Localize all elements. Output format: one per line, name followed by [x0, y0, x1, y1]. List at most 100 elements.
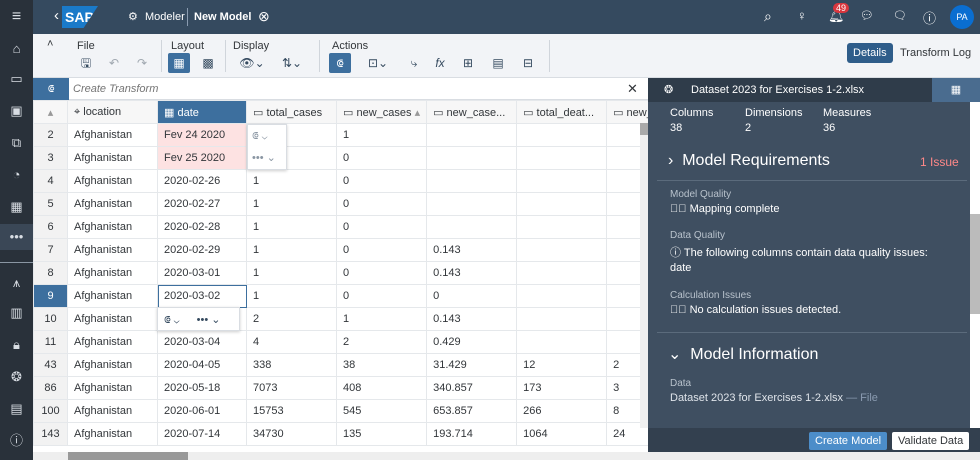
- table-cell[interactable]: 0: [335, 284, 428, 308]
- data-quality-columns[interactable]: date: [670, 262, 691, 274]
- table-cell[interactable]: [516, 192, 608, 216]
- formula-icon[interactable]: fx: [429, 53, 451, 73]
- home-icon[interactable]: ⌂: [0, 36, 33, 62]
- table-cell[interactable]: 1: [246, 238, 337, 262]
- table-cell[interactable]: 2020-03-04: [157, 330, 247, 354]
- table-cell[interactable]: [426, 192, 518, 216]
- details-button[interactable]: Details: [847, 43, 893, 63]
- grid-view-icon[interactable]: ▦: [168, 53, 190, 73]
- table-cell[interactable]: 31.429: [426, 353, 518, 377]
- table-cell[interactable]: 7073: [246, 376, 337, 400]
- save-icon[interactable]: 🖫︎: [75, 53, 97, 73]
- table-cell[interactable]: [426, 215, 518, 239]
- close-icon[interactable]: ⊗: [258, 8, 270, 25]
- row-number[interactable]: 10: [33, 307, 68, 331]
- transform-dropdown[interactable]: ⟃ ⌄: [248, 125, 286, 148]
- row-number[interactable]: 11: [33, 330, 68, 354]
- issue-count[interactable]: 1 Issue: [920, 155, 959, 169]
- table-cell[interactable]: 0.143: [426, 261, 518, 285]
- back-icon[interactable]: ‹: [54, 7, 59, 24]
- table-cell[interactable]: [516, 169, 608, 193]
- table-row[interactable]: 5 Afghanistan 2020-02-27 1 0: [33, 192, 660, 216]
- table-row[interactable]: 100 Afghanistan 2020-06-01 15753 545 653.857 2…: [33, 399, 660, 423]
- horizontal-scrollbar[interactable]: [33, 452, 980, 460]
- row-number[interactable]: 7: [33, 238, 68, 262]
- split-icon[interactable]: ⊟: [517, 53, 539, 73]
- create-model-button[interactable]: Create Model: [809, 432, 888, 450]
- table-cell[interactable]: 545: [335, 399, 428, 423]
- table-row[interactable]: 143 Afghanistan 2020-07-14 34730 135 193.714 1…: [33, 422, 660, 446]
- transform-log-button[interactable]: Transform Log: [900, 47, 971, 59]
- column-settings-icon[interactable]: ▤: [487, 53, 509, 73]
- column-header-date[interactable]: ▦ date: [157, 100, 247, 124]
- table-cell[interactable]: Afghanistan: [67, 376, 158, 400]
- table-cell[interactable]: [516, 238, 608, 262]
- row-number[interactable]: 3: [33, 146, 68, 170]
- table-cell[interactable]: 2020-03-01: [157, 261, 247, 285]
- table-cell[interactable]: 38: [335, 353, 428, 377]
- table-cell[interactable]: 135: [335, 422, 428, 446]
- column-header-new-cases-smoothed[interactable]: ▭ new_case...: [426, 100, 518, 124]
- transform-icon[interactable]: ⟃: [329, 53, 351, 73]
- table-cell[interactable]: Afghanistan: [67, 330, 158, 354]
- row-number[interactable]: 9: [33, 284, 68, 308]
- column-header-total-cases[interactable]: ▭ total_cases: [246, 100, 337, 124]
- table-cell[interactable]: [516, 123, 608, 147]
- chat-icon[interactable]: 💬︎: [860, 9, 874, 22]
- table-cell[interactable]: Afghanistan: [67, 146, 158, 170]
- table-cell[interactable]: [516, 146, 608, 170]
- table-row[interactable]: 43 Afghanistan 2020-04-05 338 38 31.429 12 2: [33, 353, 660, 377]
- catalog-icon[interactable]: ▤: [0, 396, 33, 422]
- table-cell[interactable]: 408: [335, 376, 428, 400]
- more-dropdown[interactable]: ••• ⌄: [197, 314, 221, 326]
- column-header-total-deaths[interactable]: ▭ total_deat...: [516, 100, 608, 124]
- table-cell[interactable]: [426, 169, 518, 193]
- digital-boardroom-icon[interactable]: ◔: [0, 162, 33, 188]
- table-cell[interactable]: [426, 146, 518, 170]
- table-cell[interactable]: 2020-03-02: [157, 284, 247, 308]
- hierarchy-icon[interactable]: ⤷: [403, 53, 425, 73]
- table-cell[interactable]: 1: [246, 284, 337, 308]
- transform-icon[interactable]: ⟃: [33, 78, 69, 100]
- row-number[interactable]: 6: [33, 215, 68, 239]
- lock-icon[interactable]: 🔒︎: [0, 332, 33, 358]
- cell-actions-popover[interactable]: ⟃ ⌄ ••• ⌄: [157, 307, 240, 331]
- table-cell[interactable]: [426, 123, 518, 147]
- book-icon[interactable]: ▥: [0, 300, 33, 326]
- table-cell[interactable]: 0: [335, 261, 428, 285]
- more-icon[interactable]: •••: [0, 224, 33, 250]
- table-cell[interactable]: 34730: [246, 422, 337, 446]
- model-information-toggle[interactable]: ⌄ Model Information: [668, 344, 818, 364]
- table-cell[interactable]: 4: [246, 330, 337, 354]
- table-row[interactable]: 86 Afghanistan 2020-05-18 7073 408 340.857 173…: [33, 376, 660, 400]
- redo-icon[interactable]: ↷: [131, 53, 153, 73]
- table-row[interactable]: 8 Afghanistan 2020-03-01 1 0 0.143: [33, 261, 660, 285]
- table-row[interactable]: 4 Afghanistan 2020-02-26 1 0: [33, 169, 660, 193]
- table-cell[interactable]: 1: [335, 307, 428, 331]
- table-cell[interactable]: 0.429: [426, 330, 518, 354]
- table-cell[interactable]: Afghanistan: [67, 307, 158, 331]
- feedback-icon[interactable]: 🗨︎: [893, 9, 907, 22]
- folder-icon[interactable]: ▭: [0, 66, 33, 92]
- table-cell[interactable]: 1: [246, 169, 337, 193]
- row-number[interactable]: 43: [33, 353, 68, 377]
- view-dropdown-icon[interactable]: 👁︎⌄: [237, 53, 267, 73]
- sort-dropdown-icon[interactable]: ⇅⌄: [277, 53, 307, 73]
- row-number[interactable]: 4: [33, 169, 68, 193]
- vertical-scrollbar[interactable]: [640, 123, 648, 428]
- table-cell[interactable]: [516, 307, 608, 331]
- table-cell[interactable]: Fev 24 2020: [157, 123, 247, 147]
- avatar[interactable]: PA: [950, 5, 974, 29]
- table-cell[interactable]: 193.714: [426, 422, 518, 446]
- sap-logo[interactable]: SAP: [62, 6, 98, 28]
- row-number[interactable]: 86: [33, 376, 68, 400]
- datasets-icon[interactable]: ▦: [0, 194, 33, 220]
- column-header-location[interactable]: ⌖ location: [67, 100, 158, 124]
- model-requirements-toggle[interactable]: › Model Requirements: [668, 152, 830, 170]
- table-cell[interactable]: 12: [516, 353, 608, 377]
- table-cell[interactable]: 15753: [246, 399, 337, 423]
- table-cell[interactable]: 1: [246, 261, 337, 285]
- table-cell[interactable]: 0: [426, 284, 518, 308]
- lightbulb-icon[interactable]: ♀: [797, 8, 807, 23]
- row-number[interactable]: 2: [33, 123, 68, 147]
